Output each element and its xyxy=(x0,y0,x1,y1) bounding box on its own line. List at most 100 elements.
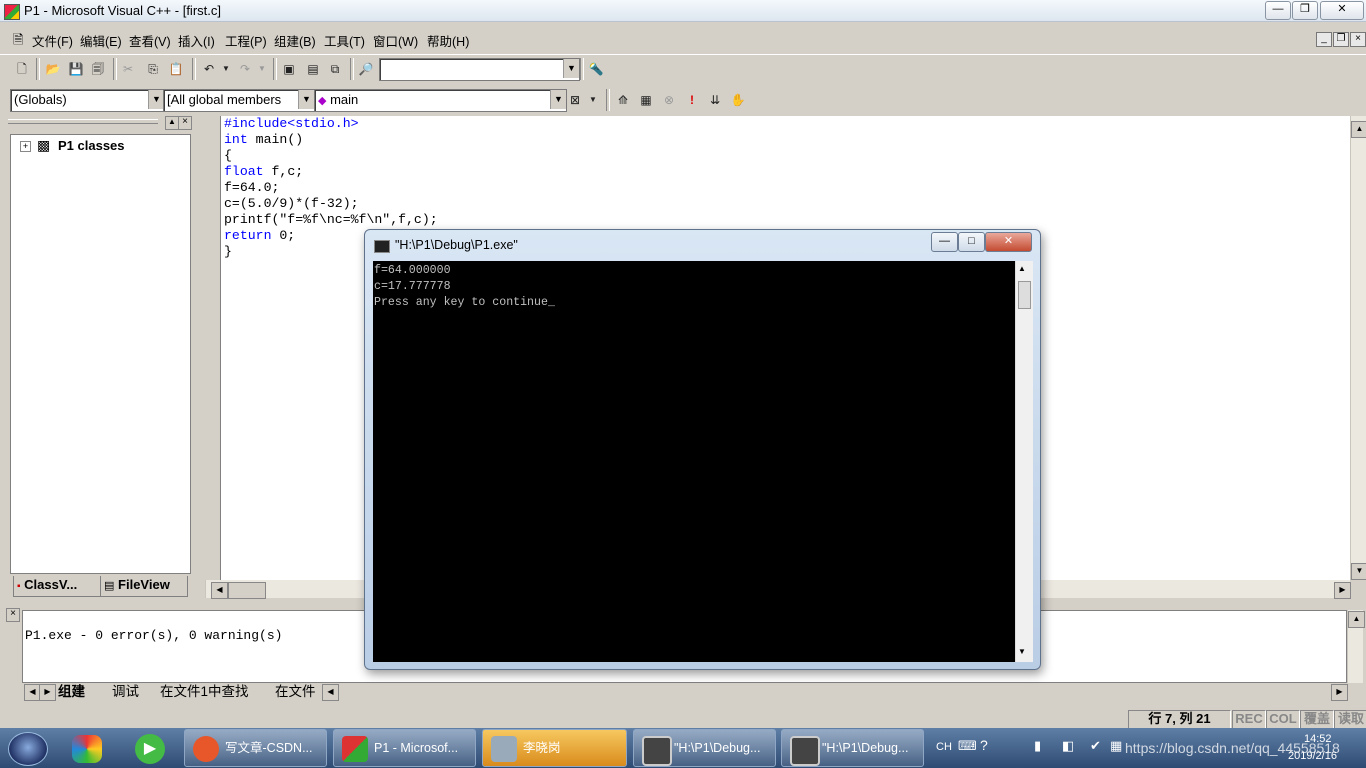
output-vertical-scrollbar[interactable]: ▲ xyxy=(1347,610,1365,683)
code-line: { xyxy=(224,148,232,163)
pane-close-button[interactable]: × xyxy=(178,116,192,130)
scroll-thumb[interactable] xyxy=(1018,281,1031,309)
scroll-down-icon[interactable]: ▼ xyxy=(1351,563,1366,580)
scroll-left-icon[interactable]: ◀ xyxy=(211,582,228,599)
menu-edit[interactable]: 编辑(E) xyxy=(80,31,122,50)
classes-icon: ▩ xyxy=(37,137,51,153)
paste-icon[interactable]: 📋 xyxy=(166,59,186,79)
members-combo[interactable]: [All global members ▼ xyxy=(163,89,315,112)
scroll-right-icon[interactable]: ▶ xyxy=(1334,582,1351,599)
search-icon[interactable]: 🔦 xyxy=(586,59,606,79)
console-window[interactable]: "H:\P1\Debug\P1.exe" — □ ✕ f=64.000000 c… xyxy=(364,229,1041,670)
menu-help[interactable]: 帮助(H) xyxy=(427,31,469,50)
wizard-action-icon[interactable]: ⊠ xyxy=(565,90,585,110)
tab-fileview[interactable]: ▤ FileView xyxy=(100,576,188,597)
redo-dropdown-icon[interactable]: ▼ xyxy=(252,59,272,79)
chevron-down-icon[interactable]: ▼ xyxy=(148,90,164,109)
console-close-button[interactable]: ✕ xyxy=(985,232,1032,252)
pinned-app-icon[interactable] xyxy=(72,735,102,763)
tab-classview[interactable]: ▪ ClassV... xyxy=(13,576,105,597)
chevron-down-icon[interactable]: ▼ xyxy=(550,90,566,109)
window-list-icon[interactable]: ⧉ xyxy=(325,59,345,79)
tab-debug[interactable]: 调试 xyxy=(112,683,139,700)
menu-insert[interactable]: 插入(I) xyxy=(178,31,215,50)
console-output[interactable]: f=64.000000 c=17.777778 Press any key to… xyxy=(373,261,1015,662)
task-visual-cpp[interactable]: P1 - Microsof... xyxy=(333,729,476,767)
tree-root-label[interactable]: P1 classes xyxy=(58,138,125,153)
ime-indicator[interactable]: CH xyxy=(936,741,952,753)
menu-view[interactable]: 查看(V) xyxy=(129,31,171,50)
window-title-bar[interactable]: P1 - Microsoft Visual C++ - [first.c] — … xyxy=(0,0,1366,22)
chevron-down-icon[interactable]: ▼ xyxy=(298,90,314,109)
close-button[interactable]: ✕ xyxy=(1320,1,1364,20)
toolbar-separator xyxy=(273,58,277,80)
menu-file[interactable]: 文件(F) xyxy=(32,31,73,50)
find-in-files-icon[interactable]: 🔎 xyxy=(356,59,376,79)
app-tray-icon[interactable]: ◧ xyxy=(1062,738,1074,754)
mdi-restore-button[interactable]: ❐ xyxy=(1333,32,1349,47)
wizard-dropdown-icon[interactable]: ▼ xyxy=(583,90,603,110)
expand-icon[interactable]: + xyxy=(20,141,31,152)
workspace-icon[interactable]: ▣ xyxy=(279,59,299,79)
tab-find-in-files-1[interactable]: 在文件1中查找 xyxy=(160,683,249,700)
menu-tools[interactable]: 工具(T) xyxy=(324,31,365,50)
menu-window[interactable]: 窗口(W) xyxy=(373,31,418,50)
minimize-button[interactable]: — xyxy=(1265,1,1291,20)
tab-build[interactable]: 组建 xyxy=(58,683,85,700)
task-console-1[interactable]: "H:\P1\Debug... xyxy=(633,729,776,767)
menu-project[interactable]: 工程(P) xyxy=(225,31,267,50)
output-hscroll-right-icon[interactable]: ▶ xyxy=(1331,684,1348,701)
console-line: c=17.777778 xyxy=(374,280,451,293)
keyboard-icon[interactable]: ⌨ xyxy=(958,738,977,754)
scroll-down-icon[interactable]: ▼ xyxy=(1018,647,1026,656)
console-minimize-button[interactable]: — xyxy=(931,232,958,252)
pane-maximize-button[interactable]: ▲ xyxy=(165,116,179,130)
go-icon[interactable]: ⇊ xyxy=(705,90,725,110)
menu-build[interactable]: 组建(B) xyxy=(274,31,316,50)
undo-dropdown-icon[interactable]: ▼ xyxy=(216,59,236,79)
scroll-up-icon[interactable]: ▲ xyxy=(1348,611,1365,628)
tab-find-in-files-2[interactable]: 在文件 xyxy=(275,683,316,700)
clock-date[interactable]: 2019/2/16 xyxy=(1288,750,1337,762)
mdi-minimize-button[interactable]: _ xyxy=(1316,32,1332,47)
pane-grip[interactable] xyxy=(8,119,158,124)
copy-icon[interactable]: ⎘ xyxy=(143,59,163,79)
open-folder-icon[interactable]: 📂 xyxy=(43,59,63,79)
task-chat[interactable]: 李晓岗 xyxy=(482,729,627,767)
task-console-2[interactable]: "H:\P1\Debug... xyxy=(781,729,924,767)
media-player-icon[interactable]: ▶ xyxy=(135,734,165,764)
breakpoint-hand-icon[interactable]: ✋ xyxy=(728,90,748,110)
console-maximize-button[interactable]: □ xyxy=(958,232,985,252)
new-file-icon[interactable]: 🗋 xyxy=(12,59,32,79)
compile-icon[interactable]: ⟰ xyxy=(613,90,633,110)
start-button[interactable] xyxy=(8,732,48,766)
output-close-button[interactable]: × xyxy=(6,608,20,622)
battery-icon[interactable]: ▮ xyxy=(1034,738,1041,754)
security-icon[interactable]: ✔ xyxy=(1090,738,1101,754)
output-window-icon[interactable]: ▤ xyxy=(303,59,323,79)
save-icon[interactable]: 💾 xyxy=(66,59,86,79)
function-combo[interactable]: ◆ main ▼ xyxy=(314,89,567,112)
maximize-button[interactable]: ❐ xyxy=(1292,1,1318,20)
save-all-icon[interactable]: 🗐 xyxy=(88,59,108,79)
task-browser[interactable]: 写文章-CSDN... xyxy=(184,729,327,767)
stop-build-icon[interactable]: ⊗ xyxy=(659,90,679,110)
scroll-up-icon[interactable]: ▲ xyxy=(1018,264,1026,273)
chevron-down-icon[interactable]: ▼ xyxy=(563,59,579,78)
scroll-thumb[interactable] xyxy=(228,582,266,599)
output-hscroll-left-icon[interactable]: ◀ xyxy=(322,684,339,701)
scope-combo[interactable]: (Globals) ▼ xyxy=(10,89,165,112)
network-icon[interactable]: ▦ xyxy=(1110,738,1122,754)
scroll-up-icon[interactable]: ▲ xyxy=(1351,121,1366,138)
help-icon[interactable]: ? xyxy=(980,737,988,753)
tab-scroll-right-icon[interactable]: ▶ xyxy=(39,684,56,701)
clock-time[interactable]: 14:52 xyxy=(1304,733,1332,745)
cut-icon[interactable]: ✂ xyxy=(118,59,138,79)
mdi-close-button[interactable]: × xyxy=(1350,32,1366,47)
execute-icon[interactable]: ! xyxy=(682,90,702,110)
editor-vertical-scrollbar[interactable]: ▲ ▼ xyxy=(1350,116,1366,580)
console-scrollbar[interactable]: ▲ ▼ xyxy=(1015,261,1033,662)
menu-bar: 🗎 文件(F) 编辑(E) 查看(V) 插入(I) 工程(P) 组建(B) 工具… xyxy=(0,26,1366,50)
build-icon[interactable]: ▦ xyxy=(636,90,656,110)
find-combo[interactable]: ▼ xyxy=(379,58,580,81)
